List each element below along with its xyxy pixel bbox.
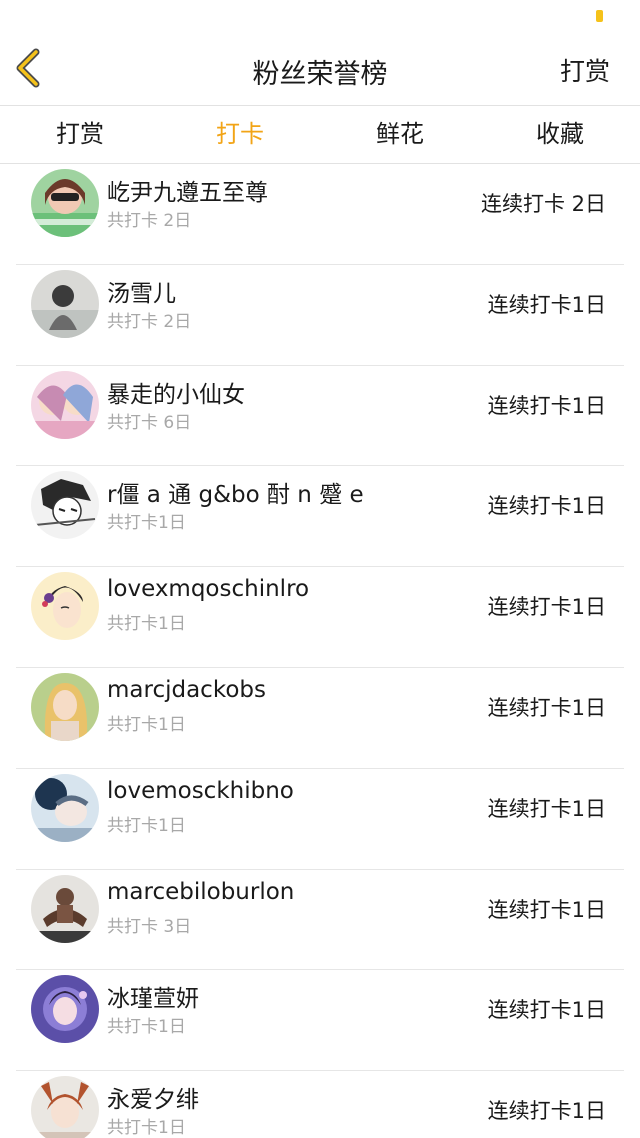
streak-checkin: 连续打卡 2日: [480, 192, 606, 216]
list-item[interactable]: lovexmqoschinlro 共打卡1日 连续打卡1日: [16, 567, 624, 668]
avatar[interactable]: [31, 874, 99, 943]
list-item[interactable]: 冰瑾萱妍 共打卡1日 连续打卡1日: [16, 970, 624, 1072]
user-name: marcebiloburlon: [107, 878, 295, 905]
user-name: 暴走的小仙女: [107, 381, 245, 408]
user-name: 屹尹九遵五至尊: [107, 180, 268, 206]
battery-icon: [596, 10, 603, 22]
total-checkin: 共打卡 6日: [107, 412, 192, 433]
user-name: lovexmqoschinlro: [107, 576, 310, 603]
avatar[interactable]: [31, 1076, 99, 1138]
list-item[interactable]: 暴走的小仙女 共打卡 6日 连续打卡1日: [16, 366, 624, 467]
total-checkin: 共打卡1日: [107, 1017, 186, 1038]
avatar[interactable]: [31, 370, 99, 439]
total-checkin: 共打卡1日: [107, 614, 186, 635]
tab-reward[interactable]: 打赏: [0, 106, 160, 163]
user-name: 汤雪儿: [107, 280, 176, 307]
nav-bar: 粉丝荣誉榜 打赏: [0, 30, 640, 106]
user-name: marcjdackobs: [107, 676, 266, 703]
page-title: 粉丝荣誉榜: [252, 59, 388, 90]
list-item[interactable]: marcebiloburlon 共打卡 3日 连续打卡1日: [16, 870, 624, 971]
fan-list: 屹尹九遵五至尊 共打卡 2日 连续打卡 2日 汤雪儿 共打卡 2日 连续打卡1日…: [16, 164, 624, 1138]
user-name: 永爱夕绯: [107, 1087, 199, 1114]
streak-checkin: 连续打卡1日: [487, 998, 606, 1023]
user-name: 冰瑾萱妍: [107, 986, 199, 1013]
user-name: r僵 a 通 g&bo 酎 n 蹙 e: [107, 482, 364, 509]
list-item[interactable]: 汤雪儿 共打卡 2日 连续打卡1日: [16, 265, 624, 366]
status-bar: [0, 0, 640, 30]
total-checkin: 共打卡 3日: [107, 916, 192, 937]
user-name: lovemosckhibno: [107, 777, 294, 804]
list-item[interactable]: 永爱夕绯 共打卡1日 连续打卡1日: [16, 1071, 624, 1138]
streak-checkin: 连续打卡1日: [487, 1099, 606, 1124]
avatar[interactable]: [31, 471, 99, 540]
tab-flowers[interactable]: 鲜花: [320, 106, 480, 163]
total-checkin: 共打卡1日: [107, 1118, 186, 1138]
total-checkin: 共打卡1日: [107, 714, 186, 735]
list-item[interactable]: lovemosckhibno 共打卡1日 连续打卡1日: [16, 769, 624, 870]
tab-favorites[interactable]: 收藏: [480, 106, 640, 163]
list-item[interactable]: marcjdackobs 共打卡1日 连续打卡1日: [16, 668, 624, 769]
streak-checkin: 连续打卡1日: [487, 494, 606, 519]
streak-checkin: 连续打卡1日: [487, 292, 606, 317]
reward-button[interactable]: 打赏: [560, 52, 610, 88]
total-checkin: 共打卡1日: [107, 513, 186, 534]
total-checkin: 共打卡1日: [107, 815, 186, 836]
streak-checkin: 连续打卡1日: [487, 695, 606, 720]
total-checkin: 共打卡 2日: [107, 211, 192, 231]
list-item[interactable]: 屹尹九遵五至尊 共打卡 2日 连续打卡 2日: [16, 164, 624, 265]
avatar[interactable]: [31, 672, 99, 741]
streak-checkin: 连续打卡1日: [487, 393, 606, 418]
avatar[interactable]: [31, 572, 99, 641]
streak-checkin: 连续打卡1日: [487, 796, 606, 821]
streak-checkin: 连续打卡1日: [487, 897, 606, 922]
total-checkin: 共打卡 2日: [107, 311, 192, 332]
streak-checkin: 连续打卡1日: [487, 595, 606, 620]
avatar[interactable]: [31, 975, 99, 1044]
avatar[interactable]: [31, 269, 99, 338]
tab-bar: 打赏 打卡 鲜花 收藏: [0, 106, 640, 164]
tab-checkin[interactable]: 打卡: [160, 106, 320, 163]
avatar[interactable]: [31, 773, 99, 842]
list-item[interactable]: r僵 a 通 g&bo 酎 n 蹙 e 共打卡1日 连续打卡1日: [16, 466, 624, 568]
avatar[interactable]: [31, 169, 99, 237]
